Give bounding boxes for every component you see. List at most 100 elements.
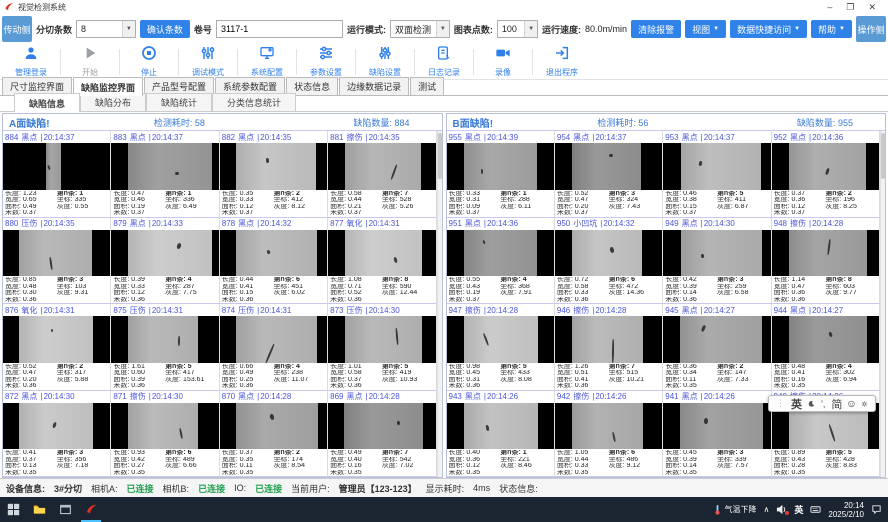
tab-main-1[interactable]: 缺陷监控界面 bbox=[73, 77, 143, 96]
weather-widget[interactable]: 气温下降 bbox=[712, 504, 757, 515]
ime-language-indicator[interactable]: 英 bbox=[794, 503, 803, 516]
defect-cell[interactable]: 871擦伤20:14:30长度: 0.93宽度: 0.42面积: 0.27米数:… bbox=[111, 391, 219, 478]
defect-image bbox=[663, 316, 770, 363]
drive-side-button[interactable]: 传动侧 bbox=[2, 16, 32, 42]
taskbar-app-inspection[interactable] bbox=[78, 497, 104, 522]
toolbar-button-exit[interactable]: 退出程序 bbox=[535, 45, 589, 79]
defect-meta: 长度: 0.40宽度: 0.36面积: 0.12米数: 0.35第n条: 1坐标… bbox=[447, 449, 554, 476]
scrollbar-thumb[interactable] bbox=[438, 133, 442, 179]
defect-cell[interactable]: 880压伤20:14:35长度: 0.85宽度: 0.48面积: 0.30米数:… bbox=[3, 218, 111, 305]
defect-image bbox=[663, 403, 770, 450]
defect-cell[interactable]: 875压伤20:14:31长度: 1.61宽度: 0.60面积: 0.39米数:… bbox=[111, 304, 219, 391]
maximize-button[interactable]: ❐ bbox=[846, 0, 854, 14]
tab-sub-2[interactable]: 缺陷统计 bbox=[146, 93, 212, 111]
clear-alarm-button[interactable]: 清除报警 bbox=[631, 20, 681, 38]
defect-cell[interactable]: 873压伤20:14:30长度: 1.01宽度: 0.58面积: 0.37米数:… bbox=[328, 304, 436, 391]
sub-tab-bar: 缺陷信息缺陷分布缺陷统计分类信息统计 bbox=[0, 96, 888, 112]
defect-cell[interactable]: 884黑点20:14:37长度: 1.23宽度: 0.65面积: 0.49米数:… bbox=[3, 131, 111, 218]
run-mode-select[interactable]: 双面检测 ▼ bbox=[390, 20, 450, 38]
taskbar-app-generic[interactable] bbox=[52, 497, 78, 522]
defect-cell[interactable]: 953黑点20:14:37长度: 0.46宽度: 0.38面积: 0.15米数:… bbox=[663, 131, 771, 218]
defect-cell[interactable]: 949黑点20:14:30长度: 0.42宽度: 0.39面积: 0.14米数:… bbox=[663, 218, 771, 305]
defect-cell[interactable]: 876氧化20:14:31长度: 0.52宽度: 0.47面积: 0.20米数:… bbox=[3, 304, 111, 391]
panel-scrollbar[interactable] bbox=[437, 131, 442, 477]
defect-cell[interactable]: 948擦伤20:14:28长度: 1.14宽度: 0.47面积: 0.36米数:… bbox=[772, 218, 880, 305]
action-center-icon[interactable] bbox=[871, 504, 882, 515]
toolbar-button-tune[interactable]: 调试模式 bbox=[181, 45, 235, 79]
defect-cell[interactable]: 945黑点20:14:27长度: 0.36宽度: 0.34面积: 0.11米数:… bbox=[663, 304, 771, 391]
material-strip bbox=[572, 143, 641, 190]
defect-cell[interactable]: 877氧化20:14:31长度: 1.08宽度: 0.71面积: 0.52米数:… bbox=[328, 218, 436, 305]
defect-cell[interactable]: 869黑点20:14:28长度: 0.49宽度: 0.40面积: 0.16米数:… bbox=[328, 391, 436, 478]
defect-grid: 884黑点20:14:37长度: 1.23宽度: 0.65面积: 0.49米数:… bbox=[3, 131, 437, 477]
toolbar-button-stop[interactable]: 停止 bbox=[122, 45, 176, 79]
start-button[interactable] bbox=[0, 497, 26, 522]
data-quick-access-button[interactable]: 数据快捷访问▼ bbox=[730, 20, 807, 38]
scrollbar-thumb[interactable] bbox=[881, 133, 885, 179]
operate-side-button[interactable]: 操作侧 bbox=[856, 16, 886, 42]
chart-points-select[interactable]: 100 ▼ bbox=[497, 20, 538, 38]
ime-punctuation[interactable]: ’, bbox=[821, 399, 826, 409]
panel-scrollbar[interactable] bbox=[880, 131, 885, 477]
toolbar-button-slidersV[interactable]: 缺陷设置 bbox=[358, 45, 412, 79]
defect-cell[interactable]: 882黑点20:14:35长度: 0.35宽度: 0.33面积: 0.12米数:… bbox=[220, 131, 328, 218]
emoji-icon[interactable] bbox=[848, 399, 855, 409]
defect-cell[interactable]: 883黑点20:14:37长度: 0.47宽度: 0.46面积: 0.19米数:… bbox=[111, 131, 219, 218]
defect-cell[interactable]: 878黑点20:14:32长度: 0.44宽度: 0.41面积: 0.15米数:… bbox=[220, 218, 328, 305]
volume-indicator[interactable] bbox=[776, 504, 787, 515]
defect-cell[interactable]: 947擦伤20:14:28长度: 0.98宽度: 0.45面积: 0.31米数:… bbox=[447, 304, 555, 391]
defect-cell[interactable]: 952黑点20:14:36长度: 0.37宽度: 0.36面积: 0.12米数:… bbox=[772, 131, 880, 218]
defect-cell[interactable]: 951黑点20:14:36长度: 0.55宽度: 0.43面积: 0.19米数:… bbox=[447, 218, 555, 305]
defect-cell[interactable]: 874压伤20:14:31长度: 0.66宽度: 0.49面积: 0.25米数:… bbox=[220, 304, 328, 391]
toolbar-button-slidersH[interactable]: 参数设置 bbox=[299, 45, 353, 79]
defect-cell[interactable]: 881擦伤20:14:35长度: 0.58宽度: 0.44面积: 0.21米数:… bbox=[328, 131, 436, 218]
toolbar-button-user[interactable]: 管理登录 bbox=[4, 45, 58, 79]
toolbar-button-play[interactable]: 开始 bbox=[63, 45, 117, 79]
ime-simplified[interactable]: 简 bbox=[831, 396, 842, 412]
top-toolbar: 传动侧 分切条数 8 ▼ 确认条数 卷号 运行模式: 双面检测 ▼ 图表点数: … bbox=[0, 14, 888, 44]
defect-time: 20:14:33 bbox=[149, 219, 183, 228]
defect-type: 擦伤 bbox=[573, 305, 589, 316]
slit-count-select[interactable]: 8 ▼ bbox=[76, 20, 136, 38]
defect-cell[interactable]: 954黑点20:14:37长度: 0.52宽度: 0.47面积: 0.20米数:… bbox=[555, 131, 663, 218]
defect-cell[interactable]: 942擦伤20:14:26长度: 1.05宽度: 0.44面积: 0.33米数:… bbox=[555, 391, 663, 478]
toolbar-button-journal[interactable]: 日志记录 bbox=[417, 45, 471, 79]
ime-drag-handle[interactable]: ⋮ bbox=[776, 398, 785, 409]
defect-number: 876 bbox=[5, 306, 18, 315]
taskbar-app-explorer[interactable] bbox=[26, 497, 52, 522]
minimize-button[interactable]: – bbox=[827, 0, 832, 14]
tray-expand-chevron[interactable]: ∧ bbox=[764, 505, 770, 514]
defect-cell[interactable]: 941黑点20:14:26长度: 0.45宽度: 0.39面积: 0.14米数:… bbox=[663, 391, 771, 478]
close-button[interactable]: ✕ bbox=[868, 0, 876, 14]
defect-cell[interactable]: 943黑点20:14:26长度: 0.40宽度: 0.36面积: 0.12米数:… bbox=[447, 391, 555, 478]
ime-mode-en[interactable]: 英 bbox=[791, 396, 802, 412]
tab-sub-3[interactable]: 分类信息统计 bbox=[212, 93, 296, 111]
toolbar-divider bbox=[178, 49, 179, 75]
defect-cell[interactable]: 872黑点20:14:30长度: 0.41宽度: 0.37面积: 0.13米数:… bbox=[3, 391, 111, 478]
help-menu-button[interactable]: 帮助▼ bbox=[811, 20, 852, 38]
taskbar-clock[interactable]: 20:14 2025/2/10 bbox=[828, 501, 864, 519]
defect-cell[interactable]: 870黑点20:14:28长度: 0.37宽度: 0.35面积: 0.11米数:… bbox=[220, 391, 328, 478]
roll-input[interactable] bbox=[216, 20, 343, 38]
touch-keyboard-icon[interactable] bbox=[810, 504, 821, 515]
tab-main-5[interactable]: 边缘数据记录 bbox=[339, 77, 409, 95]
defect-meta: 长度: 0.93宽度: 0.42面积: 0.27米数: 0.35第n条: 6坐标… bbox=[111, 449, 218, 476]
defect-meta: 长度: 0.89宽度: 0.43面积: 0.28米数: 0.35第n条: 5坐标… bbox=[772, 449, 879, 476]
defect-cell[interactable]: 955黑点20:14:39长度: 0.33宽度: 0.31面积: 0.09米数:… bbox=[447, 131, 555, 218]
tab-main-6[interactable]: 测试 bbox=[410, 77, 444, 95]
defect-meta: 长度: 0.49宽度: 0.40面积: 0.16米数: 0.35第n条: 7坐标… bbox=[328, 449, 435, 476]
confirm-count-button[interactable]: 确认条数 bbox=[140, 20, 190, 38]
material-strip bbox=[680, 316, 762, 363]
defect-cell[interactable]: 946擦伤20:14:28长度: 1.26宽度: 0.51面积: 0.41米数:… bbox=[555, 304, 663, 391]
defect-cell[interactable]: 944黑点20:14:27长度: 0.48宽度: 0.41面积: 0.16米数:… bbox=[772, 304, 880, 391]
defect-cell[interactable]: 879黑点20:14:33长度: 0.39宽度: 0.33面积: 0.12米数:… bbox=[111, 218, 219, 305]
gear-icon[interactable] bbox=[861, 399, 868, 409]
moon-icon[interactable] bbox=[808, 399, 815, 409]
params-sliders-icon bbox=[318, 45, 334, 66]
material-strip bbox=[128, 403, 198, 450]
toolbar-button-camera[interactable]: 录像 bbox=[476, 45, 530, 79]
defect-cell[interactable]: 950小凹坑20:14:32长度: 0.72宽度: 0.58面积: 0.33米数… bbox=[555, 218, 663, 305]
view-menu-button[interactable]: 视图▼ bbox=[685, 20, 726, 38]
toolbar-button-monitor[interactable]: 系统配置 bbox=[240, 45, 294, 79]
tab-sub-0[interactable]: 缺陷信息 bbox=[14, 93, 80, 112]
